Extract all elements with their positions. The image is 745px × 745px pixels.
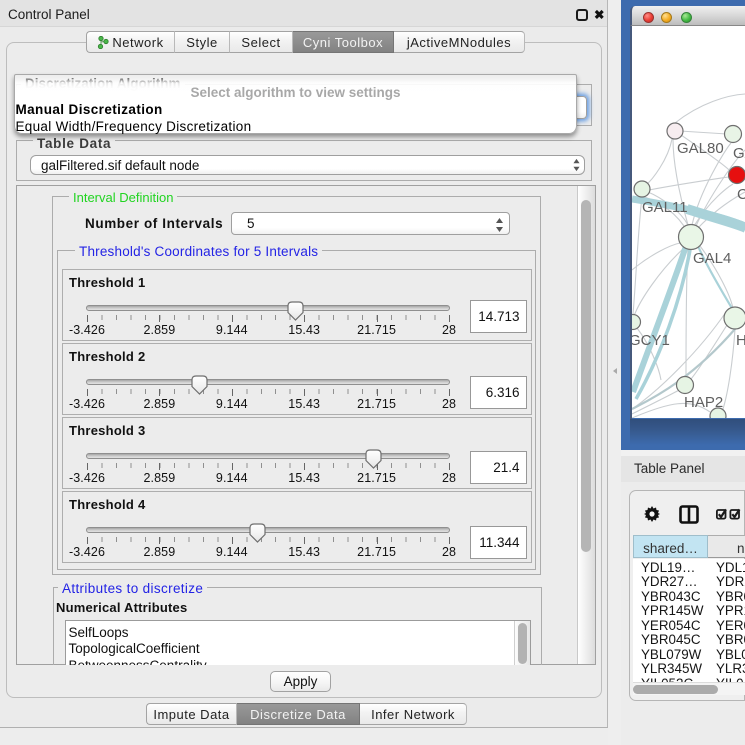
svg-text:C: C [737,186,745,203]
svg-text:GAL4: GAL4 [693,250,731,267]
svg-text:HAP2: HAP2 [684,394,723,411]
svg-text:GA: GA [733,145,745,162]
svg-text:GCY1: GCY1 [632,332,670,349]
svg-text:GAL80: GAL80 [677,140,724,157]
svg-text:H: H [736,332,745,349]
svg-text:GAL11: GAL11 [642,199,688,216]
